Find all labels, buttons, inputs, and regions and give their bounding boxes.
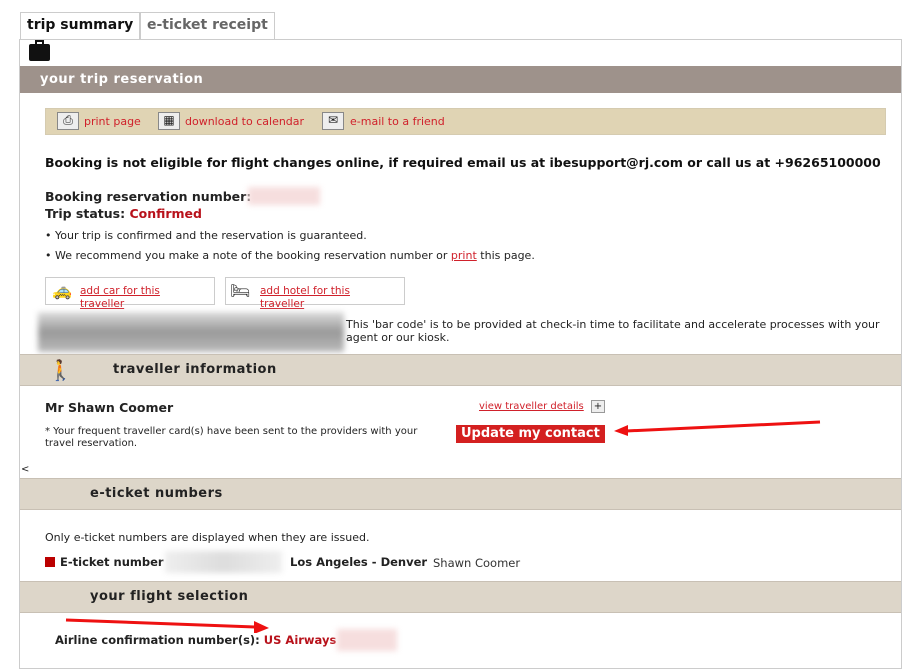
envelope-icon[interactable]: ✉ xyxy=(322,112,344,130)
bullet-recommend: • We recommend you make a note of the bo… xyxy=(45,249,535,262)
eticket-passenger: Shawn Coomer xyxy=(433,556,521,570)
eticket-label: E-ticket number xyxy=(60,555,164,569)
print-link[interactable]: print xyxy=(451,249,477,262)
traveller-name: Mr Shawn Coomer xyxy=(45,400,174,415)
section-header-reservation: your trip reservation xyxy=(20,66,901,93)
trip-status-value: Confirmed xyxy=(129,206,202,221)
bullet-text-end: this page. xyxy=(476,249,535,262)
section-header-flight: your flight selection xyxy=(20,581,901,613)
redacted-barcode xyxy=(38,312,344,352)
email-friend-link[interactable]: e-mail to a friend xyxy=(350,115,445,128)
add-car-box[interactable]: 🚕 add car for this traveller xyxy=(45,277,215,310)
ticket-square-icon xyxy=(45,557,55,567)
trip-status-label: Trip status: xyxy=(45,206,126,221)
barcode-text: This 'bar code' is to be provided at che… xyxy=(346,318,880,344)
update-contact-button[interactable]: Update my contact xyxy=(456,425,605,443)
flight-change-notice: Booking is not eligible for flight chang… xyxy=(45,155,881,170)
traveller-icon: 🚶 xyxy=(48,358,74,382)
add-hotel-box[interactable]: 🛏 add hotel for this traveller xyxy=(225,277,405,310)
print-page-link[interactable]: print page xyxy=(84,115,141,128)
bed-icon: 🛏 xyxy=(230,281,251,300)
calendar-add-icon[interactable]: ▦ xyxy=(158,112,180,130)
car-icon: 🚕 xyxy=(52,281,72,300)
collapse-toggle[interactable]: < xyxy=(21,464,29,475)
frequent-traveller-note: * Your frequent traveller card(s) have b… xyxy=(45,426,418,449)
airline-name: US Airways xyxy=(263,633,337,647)
annotation-arrow-icon-2 xyxy=(65,618,269,633)
tab-trip-summary[interactable]: trip summary xyxy=(20,12,141,40)
annotation-arrow-icon xyxy=(614,420,821,436)
suitcase-icon xyxy=(29,40,50,61)
bullet-text: • We recommend you make a note of the bo… xyxy=(45,249,451,262)
download-calendar-link[interactable]: download to calendar xyxy=(185,115,304,128)
tab-eticket-receipt[interactable]: e-ticket receipt xyxy=(140,12,275,39)
eticket-route: Los Angeles - Denver xyxy=(290,555,428,569)
eticket-note: Only e-ticket numbers are displayed when… xyxy=(45,531,370,544)
action-bar: ⎙ print page ▦ download to calendar ✉ e-… xyxy=(45,108,886,135)
traveller-title: traveller information xyxy=(113,362,277,377)
view-traveller-details-link[interactable]: view traveller details xyxy=(479,401,584,412)
redacted-confirmation-number xyxy=(337,629,397,651)
section-header-eticket: e-ticket numbers xyxy=(20,478,901,510)
redacted-eticket-number xyxy=(165,551,282,573)
printer-icon[interactable]: ⎙ xyxy=(57,112,79,130)
section-header-traveller: traveller information 🚶 xyxy=(20,354,901,386)
expand-plus-icon[interactable]: + xyxy=(591,400,605,413)
redacted-booking-number xyxy=(248,187,320,205)
bullet-confirmed: • Your trip is confirmed and the reserva… xyxy=(45,229,367,242)
booking-number-label: Booking reservation number: xyxy=(45,189,252,204)
confirmation-label: Airline confirmation number(s): xyxy=(55,633,260,647)
